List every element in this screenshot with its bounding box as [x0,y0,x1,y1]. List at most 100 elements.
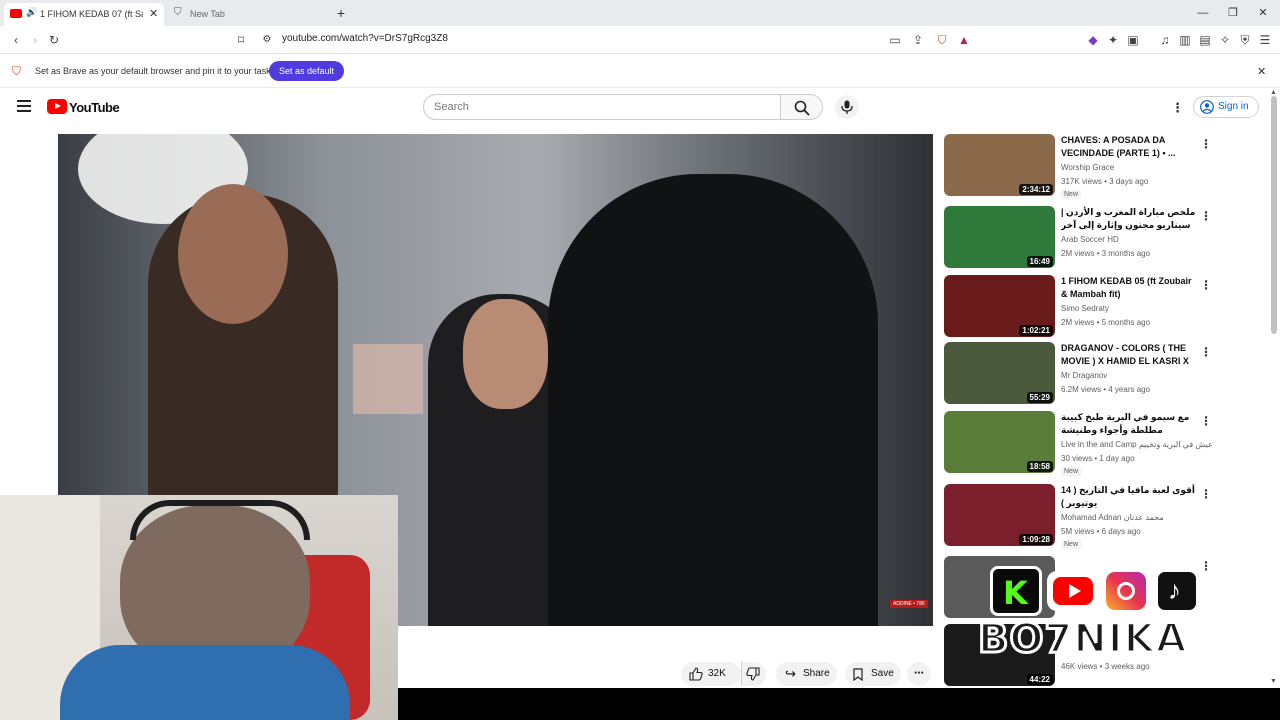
video-title[interactable]: DRAGANOV - COLORS ( THE MOVIE ) X HAMID … [1061,342,1196,368]
new-badge: New [1061,540,1082,549]
back-icon[interactable]: ‹ [8,32,24,48]
address-bar[interactable]: youtube.com/watch?v=DrS7gRcg3Z8 [282,33,448,44]
search-button[interactable] [781,94,823,120]
brave-rewards-icon[interactable]: ▲ [956,32,972,48]
channel-name[interactable]: Worship Grace [1061,163,1114,172]
scroll-down-icon[interactable]: ▼ [1270,678,1277,685]
close-window-icon[interactable]: ✕ [1255,5,1271,21]
like-button[interactable]: 32K [681,662,741,686]
wallet-icon[interactable]: ▤ [1197,32,1213,48]
search-input[interactable]: Search [423,94,781,120]
account-icon [1200,100,1214,114]
video-duration: 16:49 [1026,256,1053,267]
thumbs-up-icon [689,667,703,681]
channel-name[interactable]: Arab Soccer HD [1061,235,1119,244]
video-title[interactable]: 1 FIHOM KEDAB 05 (ft Zoubair & Mambah fi… [1061,275,1196,301]
extensions-icon[interactable]: ✦ [1105,32,1121,48]
webcam-overlay [0,495,398,720]
restore-icon[interactable]: ❐ [1225,5,1241,21]
video-title[interactable]: ملخص مباراة المغرب و الأردن | سيناريو مج… [1061,206,1196,232]
video-title[interactable]: CHAVES: A POSADA DA VECINDADE (PARTE 1) … [1061,134,1196,160]
more-actions-icon[interactable]: ⋯ [907,662,931,686]
sidebar-icon[interactable]: ▥ [1177,32,1193,48]
forward-icon[interactable]: › [27,32,43,48]
channel-name[interactable]: Live in the and Camp عيش في البرية وتخيي… [1061,440,1213,449]
close-tab-icon[interactable]: ✕ [149,7,158,20]
video-duration: 55:29 [1026,392,1053,403]
person-center-head [463,299,548,409]
share-page-icon[interactable]: ⇪ [910,32,926,48]
tab-title: New Tab [190,9,225,19]
brave-shields-icon[interactable]: ⛉ [934,32,950,48]
thumbs-down-icon [746,667,760,681]
more-options-icon[interactable]: ⋮ [1200,487,1212,501]
channel-name[interactable]: Simo Sedraty [1061,304,1109,313]
vpn-icon[interactable]: ◆ [1085,32,1101,48]
reload-icon[interactable]: ↻ [46,32,62,48]
new-badge: New [1061,467,1082,476]
tab-title: 1 FIHOM KEDAB 07 (ft Samid [40,9,143,19]
video-meta: 6.2M views • 4 years ago [1061,385,1151,394]
save-icon [853,668,863,681]
brave-logo-icon: ⛉ [12,64,22,78]
channel-name[interactable]: Mr Draganov [1061,371,1107,380]
recommendation-item[interactable]: 55:29 DRAGANOV - COLORS ( THE MOVIE ) X H… [944,342,1214,406]
tab-new-tab[interactable]: ⛉ New Tab [168,3,328,26]
bookmark-icon[interactable]: ⌑ [233,32,249,48]
more-options-icon[interactable]: ⋮ [1200,209,1212,223]
more-options-icon[interactable]: ⋮ [1200,345,1212,359]
video-duration: 2:34:12 [1019,184,1053,195]
video-title[interactable]: مع سيمو في البرية طبخ كبيبة مطلطة وأجواء… [1061,411,1196,437]
more-options-icon[interactable]: ⋮ [1200,278,1212,292]
save-button[interactable]: Save [845,662,901,686]
video-meta: 2M views • 5 months ago [1061,318,1151,327]
bo7nika-brand-text: BO7NIKA [977,615,1189,664]
youtube-logo-text[interactable]: YouTube [69,100,120,115]
leo-ai-icon[interactable]: ✧ [1217,32,1233,48]
close-infobar-icon[interactable]: ✕ [1257,65,1266,78]
share-button[interactable]: ↪ Share [776,662,837,686]
more-options-icon[interactable]: ⋮ [1200,137,1212,151]
new-tab-plus-icon[interactable]: + [333,5,349,21]
hamburger-menu-icon[interactable] [17,100,31,112]
recommendation-item[interactable]: 2:34:12 CHAVES: A POSADA DA VECINDADE (PA… [944,134,1214,199]
channel-name[interactable]: Mohamad Adnan محمد عدنان [1061,513,1164,522]
recommendation-item[interactable]: 18:58 مع سيمو في البرية طبخ كبيبة مطلطة و… [944,411,1214,476]
streamer-shirt [60,645,350,720]
tab-youtube-video[interactable]: 🔊 1 FIHOM KEDAB 07 (ft Samid ✕ [4,3,164,26]
tab-search-icon[interactable]: ▣ [1125,32,1141,48]
video-duration: 18:58 [1026,461,1053,472]
set-as-default-button[interactable]: Set as default [269,61,344,81]
headset [130,500,310,540]
kick-logo-icon: K [990,566,1042,616]
cast-icon[interactable]: ▭ [887,32,903,48]
video-duration: 44:22 [1026,674,1053,685]
scroll-up-icon[interactable]: ▲ [1270,89,1277,96]
youtube-favicon-icon [10,9,22,18]
video-watermark: ADDINE • 786 [890,600,928,608]
video-meta: 5M views • 6 days ago [1061,527,1141,536]
sign-in-button[interactable]: Sign in [1193,96,1259,118]
video-meta: 317K views • 3 days ago [1061,177,1149,186]
scrollbar[interactable] [1271,96,1277,334]
kick-logo-letter: K [1003,574,1028,612]
more-options-icon[interactable]: ⋮ [1200,414,1212,428]
shield-icon[interactable]: ⛨ [1237,32,1253,48]
save-label: Save [871,668,894,679]
media-icon[interactable]: ♫ [1157,32,1173,48]
settings-kebab-icon[interactable]: ⋮ [1171,100,1184,116]
search-icon [794,100,810,116]
recommendation-item[interactable]: 1:02:21 1 FIHOM KEDAB 05 (ft Zoubair & Ma… [944,275,1214,339]
recommendation-item[interactable]: 1:09:28 أقوى لعبة مافيا في التاريخ ( 14 ي… [944,484,1214,549]
recommendation-item[interactable]: 16:49 ملخص مباراة المغرب و الأردن | سينار… [944,206,1214,270]
share-icon: ↪ [785,666,796,681]
minimize-icon[interactable]: — [1195,5,1211,21]
default-browser-infobar: ⛉ Set as Brave as your default browser a… [0,55,1280,88]
voice-search-button[interactable] [835,95,859,119]
youtube-logo-icon[interactable] [47,99,67,114]
dislike-button[interactable] [741,662,766,686]
video-title[interactable]: أقوى لعبة مافيا في التاريخ ( 14 يوتيوبر … [1061,484,1196,510]
bottom-black-bar [398,688,1280,720]
menu-icon[interactable]: ☰ [1257,32,1273,48]
site-info-icon[interactable]: ⚙ [259,32,275,48]
